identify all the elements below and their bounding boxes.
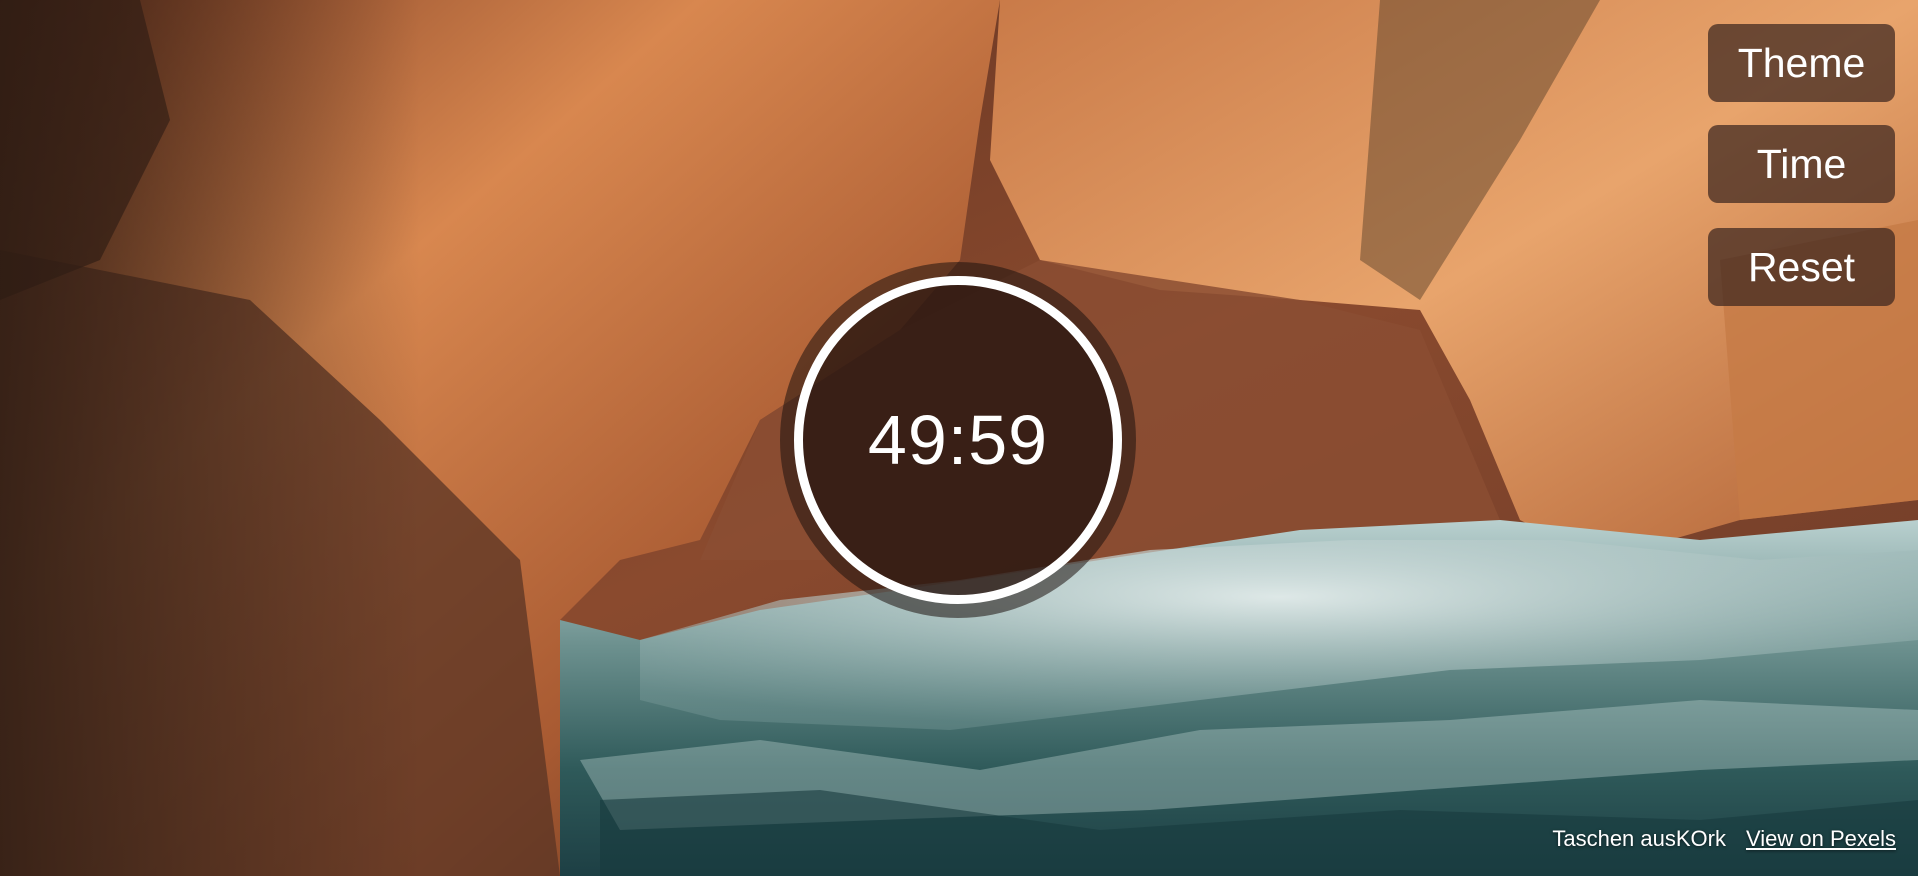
time-button[interactable]: Time <box>1708 125 1895 203</box>
app-stage: 49:59 Theme Time Reset Taschen ausKOrk V… <box>0 0 1918 876</box>
view-on-pexels-link[interactable]: View on Pexels <box>1746 826 1896 852</box>
theme-button[interactable]: Theme <box>1708 24 1895 102</box>
photo-author: Taschen ausKOrk <box>1552 826 1726 851</box>
timer-display: 49:59 <box>867 401 1049 479</box>
photo-credit: Taschen ausKOrk View on Pexels <box>1552 826 1896 852</box>
timer-ring: 49:59 <box>780 262 1136 618</box>
timer-circle: 49:59 <box>794 276 1122 604</box>
reset-button[interactable]: Reset <box>1708 228 1895 306</box>
